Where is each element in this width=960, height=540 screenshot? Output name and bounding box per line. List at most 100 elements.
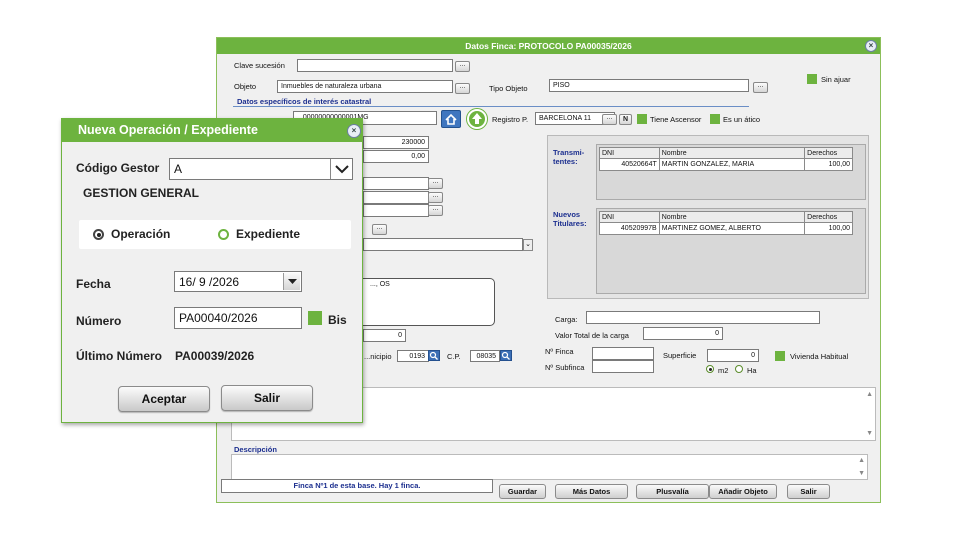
anadir-objeto-button[interactable]: Añadir Objeto <box>709 484 777 499</box>
sin-ajuar-checkbox[interactable] <box>807 74 817 84</box>
vivienda-habitual-checkbox[interactable] <box>775 351 785 361</box>
dni-cell: 40520997B <box>599 222 660 235</box>
registro-lookup-button[interactable]: ... <box>602 114 617 125</box>
es-atico-checkbox[interactable] <box>710 114 720 124</box>
objeto-lookup-button[interactable]: ... <box>455 83 470 94</box>
up-arrow-icon[interactable] <box>466 108 488 130</box>
n-subfinca-input[interactable] <box>592 360 654 373</box>
carga-input[interactable] <box>586 311 820 324</box>
clave-sucesion-label: Clave sucesión <box>234 61 285 70</box>
finca-window-title: Datos Finca: PROTOCOLO PA00035/2026 <box>217 38 880 54</box>
tipo-radio-group: Operación Expediente <box>79 220 351 249</box>
ha-radio[interactable] <box>735 365 743 373</box>
table-row[interactable]: 40520997B MARTINEZ GOMEZ, ALBERTO 100,00 <box>599 222 853 235</box>
expediente-radio[interactable] <box>218 229 229 240</box>
cp-input[interactable]: 08035 <box>470 350 500 362</box>
fecha-label: Fecha <box>76 277 111 291</box>
registro-n-button[interactable]: N <box>619 114 632 125</box>
numero-label: Número <box>76 314 122 328</box>
chevron-down-icon[interactable]: ⌄ <box>523 239 533 251</box>
codigo-gestor-input[interactable]: A <box>169 158 353 180</box>
ultimo-numero-value: PA00039/2026 <box>175 349 255 363</box>
aceptar-button[interactable]: Aceptar <box>118 386 210 412</box>
expediente-radio-label: Expediente <box>236 227 301 241</box>
titulares-panel: Transmi-tentes: DNI Nombre Derechos 4052… <box>547 135 869 299</box>
field-a[interactable] <box>363 177 429 190</box>
tipo-objeto-input[interactable]: PISO <box>549 79 749 92</box>
search-icon[interactable] <box>500 350 512 361</box>
numero-input[interactable]: PA00040/2026 <box>174 307 302 329</box>
section-divider <box>233 106 749 107</box>
municipio-input[interactable]: 0193 <box>397 350 429 362</box>
ha-label: Ha <box>747 366 757 375</box>
operacion-radio[interactable] <box>93 229 104 240</box>
operacion-radio-label: Operación <box>111 227 171 241</box>
clave-sucesion-input[interactable] <box>297 59 453 72</box>
close-icon[interactable]: × <box>347 124 361 138</box>
plusvalia-button[interactable]: Plusvalía <box>636 484 709 499</box>
salir-button[interactable]: Salir <box>787 484 830 499</box>
clave-sucesion-lookup-button[interactable]: ... <box>455 61 470 72</box>
address-text: ..., OS <box>370 281 390 288</box>
close-icon[interactable]: × <box>865 40 877 52</box>
field-b-lookup-button[interactable]: ... <box>428 192 443 203</box>
nombre-cell: MARTINEZ GOMEZ, ALBERTO <box>658 222 806 235</box>
bis-checkbox[interactable] <box>308 311 322 325</box>
scroll-down-icon[interactable]: ▼ <box>866 430 873 437</box>
valor-total-carga-label: Valor Total de la carga <box>555 331 629 340</box>
search-icon[interactable] <box>428 350 440 361</box>
nuevos-titulares-label: Nuevos Titulares: <box>553 210 587 228</box>
field-e[interactable] <box>363 238 523 251</box>
scroll-up-icon[interactable]: ▲ <box>866 391 873 398</box>
address-textarea[interactable]: ..., OS <box>357 278 495 326</box>
field-c[interactable] <box>363 204 429 217</box>
bis-label: Bis <box>328 313 347 327</box>
salir-dialog-button[interactable]: Salir <box>221 385 313 411</box>
descripcion-input[interactable]: ▲ ▼ <box>231 454 868 480</box>
municipio-label: ...nicipio <box>364 352 392 361</box>
tiene-ascensor-checkbox[interactable] <box>637 114 647 124</box>
tiene-ascensor-label: Tiene Ascensor <box>650 115 702 124</box>
dialog-title: Nueva Operación / Expediente <box>62 119 362 142</box>
n-finca-input[interactable] <box>592 347 654 360</box>
tipo-objeto-lookup-button[interactable]: ... <box>753 82 768 93</box>
valor-input-3[interactable]: 0 <box>363 329 406 342</box>
superficie-input[interactable]: 0 <box>707 349 759 362</box>
field-b[interactable] <box>363 191 429 204</box>
column-header-derechos: Derechos <box>804 211 853 223</box>
valor-input-1[interactable]: 230000 <box>363 136 429 149</box>
chevron-down-icon[interactable] <box>283 273 300 290</box>
field-a-lookup-button[interactable]: ... <box>428 178 443 189</box>
derechos-cell: 100,00 <box>804 158 853 171</box>
scroll-down-icon[interactable]: ▼ <box>858 470 865 477</box>
column-header-nombre: Nombre <box>658 211 806 223</box>
guardar-button[interactable]: Guardar <box>499 484 546 499</box>
mas-datos-button[interactable]: Más Datos <box>555 484 628 499</box>
valor-input-2[interactable]: 0,00 <box>363 150 429 163</box>
m2-radio[interactable] <box>706 365 714 373</box>
table-row[interactable]: 40520664T MARTIN GONZALEZ, MARIA 100,00 <box>599 158 853 171</box>
home-icon[interactable] <box>441 110 461 128</box>
nombre-cell: MARTIN GONZALEZ, MARIA <box>658 158 806 171</box>
valor-total-carga-input[interactable]: 0 <box>643 327 723 340</box>
sin-ajuar-label: Sin ajuar <box>821 75 851 84</box>
transmitentes-table: DNI Nombre Derechos 40520664T MARTIN GON… <box>599 147 853 171</box>
table-header-row: DNI Nombre Derechos <box>599 147 853 159</box>
m2-label: m2 <box>718 366 729 375</box>
chevron-down-icon[interactable] <box>330 159 352 179</box>
titulares-table: DNI Nombre Derechos 40520997B MARTINEZ G… <box>599 211 853 235</box>
superficie-label: Superficie <box>663 351 697 360</box>
column-header-nombre: Nombre <box>658 147 806 159</box>
field-c-lookup-button[interactable]: ... <box>428 205 443 216</box>
ultimo-numero-label: Último Número <box>76 349 163 363</box>
vivienda-habitual-label: Vivienda Habitual <box>790 352 849 361</box>
field-d-lookup-button[interactable]: ... <box>372 224 387 235</box>
transmitentes-label: Transmi-tentes: <box>553 148 585 166</box>
carga-label: Carga: <box>555 315 578 324</box>
n-subfinca-label: Nº Subfinca <box>545 363 585 372</box>
catastral-section-title: Datos específicos de interés catastral <box>237 97 372 106</box>
descripcion-label: Descripción <box>234 445 277 454</box>
objeto-input[interactable]: Inmuebles de naturaleza urbana <box>277 80 453 93</box>
objeto-label: Objeto <box>234 82 257 91</box>
scroll-up-icon[interactable]: ▲ <box>858 457 865 464</box>
